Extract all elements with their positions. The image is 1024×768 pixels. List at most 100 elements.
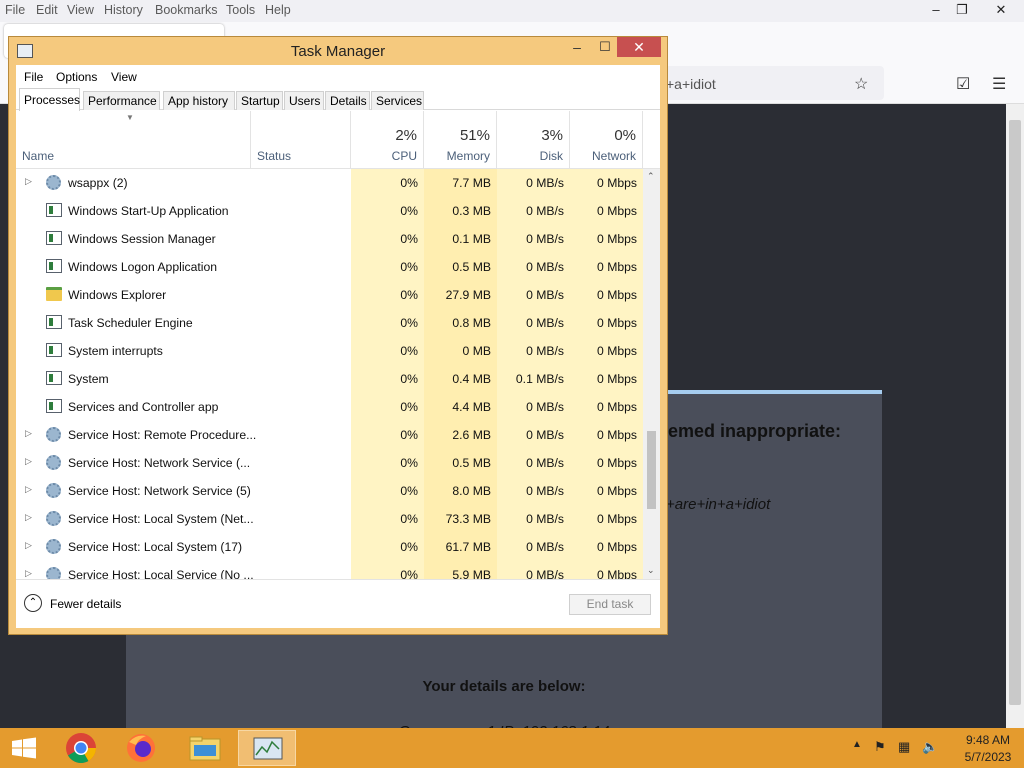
column-header-network[interactable]: 0% Network xyxy=(570,111,643,169)
task-manager-titlebar[interactable]: Task Manager – ☐ ✕ xyxy=(9,37,667,65)
process-cpu-value: 0% xyxy=(400,540,418,554)
menu-view[interactable]: View xyxy=(111,70,137,84)
tab-processes[interactable]: Processes xyxy=(19,88,80,111)
table-row[interactable]: ▷ Service Host: Remote Procedure... 0% 2.6 … xyxy=(16,421,643,449)
process-list-scrollbar[interactable]: ⌃ ⌄ xyxy=(643,169,660,579)
process-cpu-value: 0% xyxy=(400,204,418,218)
process-disk-value: 0 MB/s xyxy=(526,288,564,302)
browser-menu-help[interactable]: Help xyxy=(265,3,291,17)
volume-muted-icon[interactable]: 🔈 xyxy=(922,739,938,755)
browser-close-button[interactable]: ✕ xyxy=(990,2,1012,18)
process-name: Windows Session Manager xyxy=(68,232,216,246)
taskbar-file-explorer[interactable] xyxy=(176,730,234,766)
process-network-value: 0 Mbps xyxy=(597,456,637,470)
expand-arrow-icon[interactable]: ▷ xyxy=(25,456,32,467)
expand-arrow-icon[interactable]: ▷ xyxy=(25,540,32,551)
process-list-scrollbar-thumb[interactable] xyxy=(647,431,656,509)
scroll-up-arrow-icon[interactable]: ⌃ xyxy=(647,171,655,182)
process-cpu-value: 0% xyxy=(400,484,418,498)
expand-arrow-icon[interactable]: ▷ xyxy=(25,428,32,439)
chevron-up-icon[interactable]: ⌃ xyxy=(24,594,42,612)
browser-menu-edit[interactable]: Edit xyxy=(36,3,58,17)
details-heading: Your details are below: xyxy=(422,678,586,695)
show-hidden-icons-icon[interactable]: ▲ xyxy=(852,739,862,750)
browser-menu-view[interactable]: View xyxy=(67,3,94,17)
hamburger-menu-icon[interactable]: ☰ xyxy=(992,74,1006,94)
close-button[interactable]: ✕ xyxy=(617,37,661,57)
table-row[interactable]: ▷ Service Host: Local System (17) 0% 61.7 M… xyxy=(16,533,643,561)
table-row[interactable]: Windows Logon Application 0% 0.5 MB 0 MB/s 0… xyxy=(16,253,643,281)
tab-startup[interactable]: Startup xyxy=(236,91,283,110)
expand-arrow-icon[interactable]: ▷ xyxy=(25,568,32,579)
table-row[interactable]: Windows Session Manager 0% 0.1 MB 0 MB/s 0 M… xyxy=(16,225,643,253)
tab-app-history[interactable]: App history xyxy=(163,91,235,110)
maximize-button[interactable]: ☐ xyxy=(593,39,617,59)
table-row[interactable]: ▷ Service Host: Network Service (... 0% 0.5… xyxy=(16,449,643,477)
process-cpu-value: 0% xyxy=(400,176,418,190)
tab-users[interactable]: Users xyxy=(284,91,324,110)
scroll-down-arrow-icon[interactable]: ⌄ xyxy=(647,565,655,576)
end-task-button[interactable]: End task xyxy=(569,594,651,615)
start-button[interactable] xyxy=(0,728,48,768)
browser-menu-tools[interactable]: Tools xyxy=(226,3,255,17)
menu-options[interactable]: Options xyxy=(56,70,97,84)
disk-total-percent: 3% xyxy=(541,127,563,144)
process-network-value: 0 Mbps xyxy=(597,344,637,358)
process-memory-value: 5.9 MB xyxy=(452,568,491,579)
clock-time[interactable]: 9:48 AM xyxy=(958,733,1018,747)
task-manager-client: File Options View Processes Performance … xyxy=(16,65,660,628)
pocket-icon[interactable]: ☑ xyxy=(956,74,970,94)
expand-arrow-icon[interactable]: ▷ xyxy=(25,176,32,187)
table-row[interactable]: Windows Explorer 0% 27.9 MB 0 MB/s 0 Mbps xyxy=(16,281,643,309)
table-row[interactable]: ▷ wsappx (2) 0% 7.7 MB 0 MB/s 0 Mbps xyxy=(16,169,643,197)
browser-menu-history[interactable]: History xyxy=(104,3,143,17)
process-disk-value: 0 MB/s xyxy=(526,512,564,526)
process-network-value: 0 Mbps xyxy=(597,400,637,414)
browser-restore-button[interactable]: ❐ xyxy=(951,2,973,18)
process-cpu-value: 0% xyxy=(400,316,418,330)
table-row[interactable]: ▷ Service Host: Local Service (No ... 0% 5.… xyxy=(16,561,643,579)
gear-icon xyxy=(46,567,61,579)
column-header-memory[interactable]: 51% Memory xyxy=(424,111,497,169)
page-scrollbar-thumb[interactable] xyxy=(1009,120,1021,705)
tab-performance[interactable]: Performance xyxy=(83,91,160,110)
process-name: Service Host: Local System (17) xyxy=(68,540,243,554)
table-row[interactable]: System interrupts 0% 0 MB 0 MB/s 0 Mbps xyxy=(16,337,643,365)
clock-date[interactable]: 5/7/2023 xyxy=(958,750,1018,764)
table-row[interactable]: ▷ Service Host: Local System (Net... 0% 73.… xyxy=(16,505,643,533)
process-disk-value: 0 MB/s xyxy=(526,232,564,246)
column-header-status[interactable]: Status xyxy=(251,111,351,169)
browser-minimize-button[interactable]: – xyxy=(925,2,947,18)
tab-services[interactable]: Services xyxy=(371,91,424,110)
taskbar-task-manager[interactable] xyxy=(238,730,296,766)
cpu-total-percent: 2% xyxy=(395,127,417,144)
table-row[interactable]: ▷ Service Host: Network Service (5) 0% 8.0 … xyxy=(16,477,643,505)
taskbar-chrome[interactable] xyxy=(52,730,110,766)
minimize-button[interactable]: – xyxy=(565,39,589,59)
column-header-cpu[interactable]: 2% CPU xyxy=(351,111,424,169)
browser-menu-bookmarks[interactable]: Bookmarks xyxy=(155,3,218,17)
task-manager-window: Task Manager – ☐ ✕ File Options View Pro… xyxy=(8,36,668,635)
action-center-flag-icon[interactable]: ⚑ xyxy=(874,739,886,755)
fewer-details-link[interactable]: Fewer details xyxy=(50,597,121,611)
process-cpu-value: 0% xyxy=(400,456,418,470)
process-cpu-value: 0% xyxy=(400,512,418,526)
expand-arrow-icon[interactable]: ▷ xyxy=(25,484,32,495)
network-icon[interactable]: ▦ xyxy=(898,739,910,755)
tab-details[interactable]: Details xyxy=(325,91,370,110)
expand-arrow-icon[interactable]: ▷ xyxy=(25,512,32,523)
table-row[interactable]: Windows Start-Up Application 0% 0.3 MB 0 MB… xyxy=(16,197,643,225)
menu-file[interactable]: File xyxy=(24,70,43,84)
table-row[interactable]: System 0% 0.4 MB 0.1 MB/s 0 Mbps xyxy=(16,365,643,393)
browser-menu-file[interactable]: File xyxy=(5,3,25,17)
taskbar-firefox[interactable] xyxy=(112,730,170,766)
firefox-icon xyxy=(127,734,155,762)
process-memory-value: 27.9 MB xyxy=(445,288,491,302)
column-header-disk[interactable]: 3% Disk xyxy=(497,111,570,169)
table-row[interactable]: Task Scheduler Engine 0% 0.8 MB 0 MB/s 0 Mbp… xyxy=(16,309,643,337)
gear-icon xyxy=(46,455,61,470)
column-header-name[interactable]: ▼ Name xyxy=(16,111,251,169)
bookmark-star-icon[interactable]: ☆ xyxy=(854,74,868,94)
table-row[interactable]: Services and Controller app 0% 4.4 MB 0 MB/… xyxy=(16,393,643,421)
process-disk-value: 0 MB/s xyxy=(526,428,564,442)
